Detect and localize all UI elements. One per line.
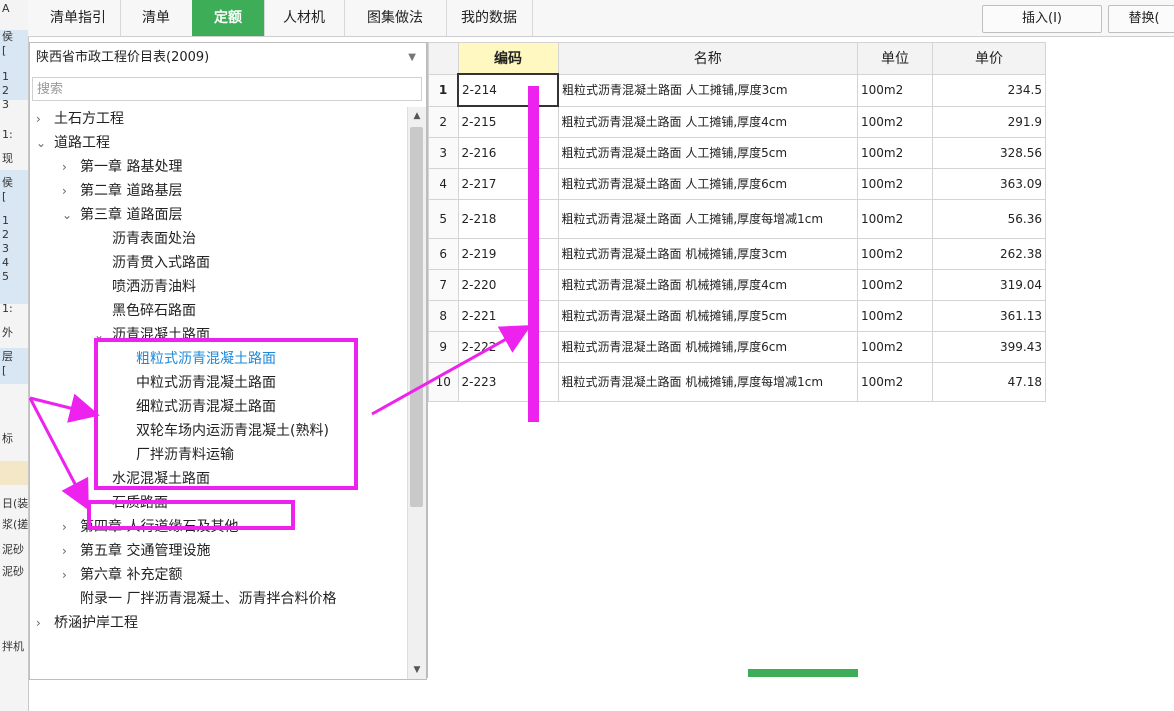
annotation-arrow — [371, 325, 532, 416]
annotation-arrow — [29, 393, 100, 423]
annotation-arrow — [28, 397, 89, 511]
annotation-arrows — [28, 325, 532, 511]
